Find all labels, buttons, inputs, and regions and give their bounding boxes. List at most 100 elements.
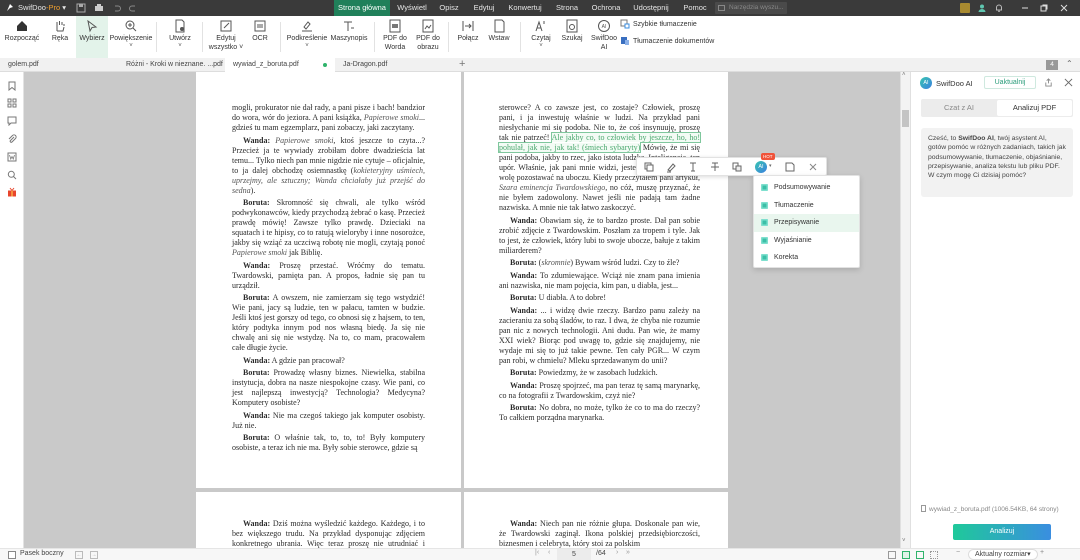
ai-menu-rewrite[interactable]: Przepisywanie [754,214,859,232]
ai-dropdown-chevron-icon[interactable]: ▾ [769,163,772,169]
last-page-icon[interactable]: » [626,549,630,556]
ai-assistant-button[interactable]: AI [755,161,767,173]
menu-strona-glowna[interactable]: Strona główna [334,0,390,16]
previous-view-icon[interactable]: ← [75,551,83,559]
ai-menu-explain[interactable]: Wyjaśnianie [754,232,859,250]
tool-zoom-button[interactable]: Powiększenie ˅ [108,16,154,58]
tool-home-button[interactable]: Rozpocząć [0,16,44,58]
tab-chat-with-ai[interactable]: Czat z AI [921,99,997,117]
close-icon[interactable] [807,161,819,173]
page-text[interactable]: mogli, prokurator nie dał rady, a pani p… [232,103,425,456]
menu-ochrona[interactable]: Ochrona [588,0,624,16]
continuous-view-icon[interactable] [902,551,910,559]
tab-golem[interactable]: golem.pdf [0,58,118,72]
tool-ai-button[interactable]: AI SwifDoo AI [588,16,620,58]
save-icon[interactable] [76,3,86,13]
scroll-up-icon[interactable]: ˄ [902,72,906,78]
vertical-scrollbar[interactable]: ˄ ˅ [900,72,910,548]
zoom-mode-dropdown[interactable]: Aktualny rozmiar▾ [968,549,1038,560]
menu-wyswietl[interactable]: Wyświetl [394,0,430,16]
tool-pdf-word-button[interactable]: PDF do Worda [378,16,412,58]
undo-icon[interactable] [112,3,122,13]
text-underline-icon[interactable] [687,161,699,173]
zoom-out-icon[interactable]: − [956,549,960,556]
new-tab-plus-icon[interactable]: + [459,58,465,71]
tool-highlight-button[interactable]: Podkreślenie ˅ [284,16,330,58]
tool-cursor-button[interactable]: Wybierz [76,16,108,58]
bell-icon[interactable] [994,3,1004,13]
copy-format-icon[interactable] [731,161,743,173]
scrollbar-thumb[interactable] [902,110,909,127]
next-page-icon[interactable]: › [616,549,618,556]
tool-ocr-button[interactable]: OCR [246,16,274,58]
close-panel-icon[interactable] [1064,78,1073,87]
tool-typewriter-button[interactable]: Maszynopis [328,16,370,58]
note-icon[interactable] [784,161,796,173]
minimize-icon[interactable] [1020,3,1030,13]
menu-edytuj[interactable]: Edytuj [468,0,500,16]
upgrade-button[interactable]: Uaktualnij [984,76,1036,89]
tab-rozni[interactable]: Różni - Kroki w nieznane. ...pdf [118,58,225,72]
redo-icon[interactable] [128,3,138,13]
share-icon[interactable] [1044,78,1053,87]
comment-icon[interactable] [7,116,17,126]
text-run: Papierowe smoki [363,113,419,122]
ai-menu-summarize[interactable]: Podsumowywanie [754,179,859,197]
tool-edit-button[interactable]: Edytuj wszystko ˅ [204,16,248,58]
page-text[interactable]: Wanda: Niech pan nie różnie głupa. Dosko… [499,519,700,548]
speaker-name: Boruta: [510,403,537,412]
attachment-icon[interactable] [7,134,17,144]
menu-udostepnij[interactable]: Udostępnij [628,0,674,16]
tool-hand-button[interactable]: Ręka [44,16,76,58]
document-translate-button[interactable]: Tłumaczenie dokumentów [620,36,714,46]
tab-ja-dragon[interactable]: Ja-Dragon.pdf [335,58,443,72]
menu-opisz[interactable]: Opisz [434,0,464,16]
word-count-icon[interactable] [7,152,17,162]
print-icon[interactable] [94,3,104,13]
menu-strona[interactable]: Strona [550,0,584,16]
document-viewer[interactable]: mogli, prokurator nie dał rady, a pani p… [24,72,900,548]
bookmark-icon[interactable] [7,81,17,91]
ai-menu-proofread[interactable]: Korekta [754,249,859,267]
tab-analyze-pdf[interactable]: Analizuj PDF [997,100,1072,116]
tab-wywiad-z-boruta[interactable]: wywiad_z_boruta.pdf [225,58,335,72]
sidebar-checkbox[interactable] [8,551,16,559]
tool-pdf-image-button[interactable]: PDF do obrazu [411,16,445,58]
gift-icon[interactable] [7,187,17,197]
search-icon[interactable] [7,170,17,180]
strikethrough-icon[interactable] [709,161,721,173]
zoom-in-icon[interactable]: + [1040,549,1044,556]
close-window-icon[interactable] [1059,3,1069,13]
tool-create-button[interactable]: Utwórz ˅ [160,16,200,58]
two-page-view-icon[interactable] [916,551,924,559]
tool-insert-button[interactable]: Wstaw [484,16,514,58]
first-page-icon[interactable]: |‹ [535,549,539,556]
user-icon[interactable] [977,3,987,13]
highlight-pen-icon[interactable] [665,161,677,173]
scroll-down-icon[interactable]: ˅ [902,538,906,544]
tab-count-badge[interactable]: 4 [1046,60,1058,70]
tool-read-button[interactable]: Czytaj ˅ [526,16,556,58]
analyze-button[interactable]: Analizuj [953,524,1051,540]
menu-konwertuj[interactable]: Konwertuj [504,0,546,16]
collapse-ribbon-chevron-up-icon[interactable]: ⌃ [1066,59,1073,68]
app-title[interactable]: SwifDoo-Pro ▾ [18,0,66,16]
page-text[interactable]: sterowce? A co zawsze jest, co zostaje? … [498,103,701,426]
copy-icon[interactable] [643,161,655,173]
grid-view-icon[interactable] [930,551,938,559]
tool-search-box[interactable]: Narzędzia wyszu... [715,2,787,14]
thumbnails-icon[interactable] [7,98,17,108]
tool-search-button[interactable]: Szukaj [557,16,587,58]
ai-menu-translate[interactable]: Tłumaczenie [754,197,859,215]
tool-merge-button[interactable]: Połącz [452,16,484,58]
premium-icon[interactable] [960,3,970,13]
next-view-icon[interactable]: → [90,551,98,559]
quick-translate-button[interactable]: Szybkie tłumaczenie [620,19,697,29]
previous-page-icon[interactable]: ‹ [548,549,550,556]
page-number-input[interactable]: 5 [557,549,591,560]
single-page-view-icon[interactable] [888,551,896,559]
restore-icon[interactable] [1039,3,1049,13]
page-text[interactable]: Wanda: Dziś można wyśledzić każdego. Każ… [232,519,425,548]
tool-label: Edytuj wszystko ˅ [208,35,244,51]
menu-pomoc[interactable]: Pomoc [678,0,712,16]
